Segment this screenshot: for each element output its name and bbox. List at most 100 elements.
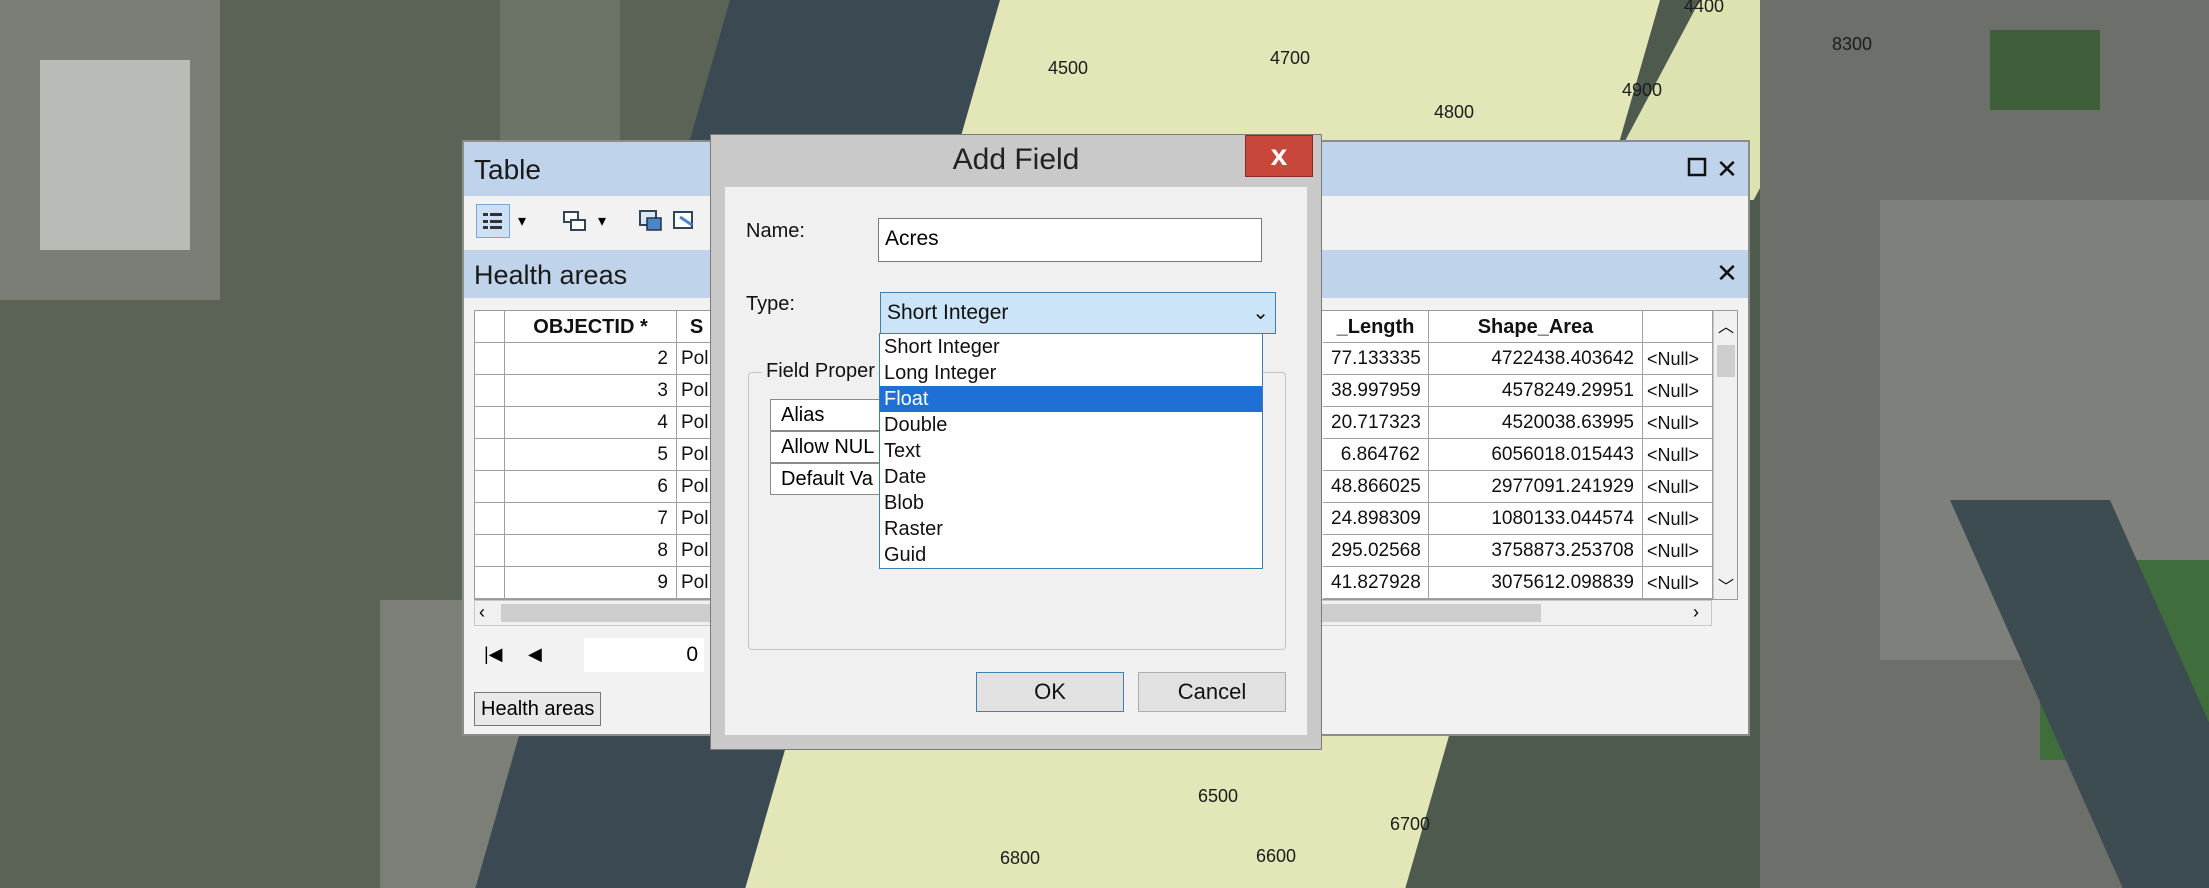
type-option-long-integer[interactable]: Long Integer — [880, 360, 1262, 386]
row-selector[interactable] — [475, 343, 505, 375]
null-cell[interactable]: <Null> — [1643, 375, 1713, 407]
null-cell[interactable]: <Null> — [1643, 503, 1713, 535]
row-selector-header[interactable] — [475, 311, 505, 343]
cancel-button[interactable]: Cancel — [1138, 672, 1286, 712]
select-by-attributes-icon[interactable] — [634, 204, 668, 238]
shape-length-cell[interactable]: 48.866025 — [1323, 471, 1429, 503]
type-select[interactable]: Short Integer ⌄ — [880, 292, 1276, 334]
shape-area-cell[interactable]: 4520038.63995 — [1429, 407, 1643, 439]
property-alias[interactable]: Alias — [770, 399, 882, 431]
objectid-cell[interactable]: 3 — [505, 375, 677, 407]
column-header-objectid[interactable]: OBJECTID * — [505, 311, 677, 343]
shape-area-cell[interactable]: 4722438.403642 — [1429, 343, 1643, 375]
null-cell[interactable]: <Null> — [1643, 343, 1713, 375]
health-area-label: 4500 — [1048, 58, 1089, 78]
property-allow-nulls[interactable]: Allow NUL — [770, 431, 882, 463]
field-properties-label: Field Proper — [762, 360, 879, 383]
row-selector[interactable] — [475, 471, 505, 503]
column-header-shape-length[interactable]: _Length — [1323, 311, 1429, 343]
shape-area-cell[interactable]: 1080133.044574 — [1429, 503, 1643, 535]
null-cell[interactable]: <Null> — [1643, 535, 1713, 567]
shape-area-cell[interactable]: 6056018.015443 — [1429, 439, 1643, 471]
health-area-label: 4900 — [1622, 80, 1663, 100]
type-option-float[interactable]: Float — [880, 386, 1262, 412]
first-record-icon[interactable]: |◀ — [484, 644, 503, 665]
shape-length-cell[interactable]: 77.133335 — [1323, 343, 1429, 375]
chevron-down-icon[interactable]: ▾ — [512, 204, 532, 238]
table-title: Table — [474, 154, 541, 185]
shape-length-cell[interactable]: 41.827928 — [1323, 567, 1429, 599]
objectid-cell[interactable]: 5 — [505, 439, 677, 471]
record-number: 0 — [686, 643, 698, 666]
chevron-down-icon: ⌄ — [1252, 302, 1269, 324]
row-selector[interactable] — [475, 407, 505, 439]
shape-area-cell[interactable]: 3758873.253708 — [1429, 535, 1643, 567]
null-cell[interactable]: <Null> — [1643, 471, 1713, 503]
health-area-label: 4400 — [1684, 0, 1725, 16]
scroll-up-icon[interactable]: ︿ — [1714, 313, 1737, 337]
objectid-cell[interactable]: 4 — [505, 407, 677, 439]
type-option-double[interactable]: Double — [880, 412, 1262, 438]
shape-length-cell[interactable]: 20.717323 — [1323, 407, 1429, 439]
objectid-cell[interactable]: 9 — [505, 567, 677, 599]
column-header-next[interactable] — [1643, 311, 1713, 343]
health-area-label: 4700 — [1270, 48, 1311, 68]
objectid-cell[interactable]: 2 — [505, 343, 677, 375]
objectid-cell[interactable]: 8 — [505, 535, 677, 567]
type-option-date[interactable]: Date — [880, 464, 1262, 490]
switch-selection-icon[interactable] — [668, 204, 702, 238]
row-selector[interactable] — [475, 535, 505, 567]
name-label: Name: — [746, 220, 805, 242]
type-dropdown-list[interactable]: Short Integer Long Integer Float Double … — [879, 333, 1263, 569]
health-area-label: 6800 — [1000, 848, 1041, 868]
scroll-right-icon[interactable]: › — [1693, 602, 1699, 623]
record-number-field[interactable]: 0 — [584, 638, 704, 672]
scroll-thumb[interactable] — [1717, 345, 1735, 377]
type-label: Type: — [746, 293, 795, 315]
table-tab-title: Health areas — [474, 260, 628, 290]
previous-record-icon[interactable]: ◀ — [528, 644, 542, 665]
tab-label: Health areas — [481, 698, 595, 720]
property-default-value[interactable]: Default Va — [770, 463, 882, 495]
null-cell[interactable]: <Null> — [1643, 439, 1713, 471]
related-tables-icon[interactable] — [558, 204, 592, 238]
health-area-label: 6500 — [1198, 786, 1239, 806]
row-selector[interactable] — [475, 439, 505, 471]
column-header-shape-area[interactable]: Shape_Area — [1429, 311, 1643, 343]
close-icon[interactable]: ✕ — [1712, 154, 1742, 184]
vertical-scrollbar[interactable]: ︿ ﹀ — [1713, 311, 1737, 599]
close-icon[interactable]: x — [1245, 135, 1313, 177]
ok-button[interactable]: OK — [976, 672, 1124, 712]
name-value: Acres — [885, 227, 939, 250]
shape-length-cell[interactable]: 295.02568 — [1323, 535, 1429, 567]
type-option-short-integer[interactable]: Short Integer — [880, 334, 1262, 360]
row-selector[interactable] — [475, 503, 505, 535]
objectid-cell[interactable]: 7 — [505, 503, 677, 535]
objectid-cell[interactable]: 6 — [505, 471, 677, 503]
type-option-guid[interactable]: Guid — [880, 542, 1262, 568]
null-cell[interactable]: <Null> — [1643, 567, 1713, 599]
type-option-blob[interactable]: Blob — [880, 490, 1262, 516]
shape-length-cell[interactable]: 38.997959 — [1323, 375, 1429, 407]
scroll-left-icon[interactable]: ‹ — [479, 602, 485, 623]
maximize-icon[interactable] — [1682, 154, 1712, 184]
name-field[interactable]: Acres — [878, 218, 1262, 262]
scroll-down-icon[interactable]: ﹀ — [1714, 573, 1737, 597]
type-selected-value: Short Integer — [887, 301, 1009, 324]
chevron-down-icon[interactable]: ▾ — [592, 204, 612, 238]
type-option-text[interactable]: Text — [880, 438, 1262, 464]
row-selector[interactable] — [475, 567, 505, 599]
shape-area-cell[interactable]: 3075612.098839 — [1429, 567, 1643, 599]
shape-area-cell[interactable]: 4578249.29951 — [1429, 375, 1643, 407]
tab-health-areas[interactable]: Health areas — [474, 692, 602, 726]
shape-length-cell[interactable]: 6.864762 — [1323, 439, 1429, 471]
shape-area-cell[interactable]: 2977091.241929 — [1429, 471, 1643, 503]
type-option-raster[interactable]: Raster — [880, 516, 1262, 542]
dialog-title: Add Field — [952, 143, 1080, 176]
shape-length-cell[interactable]: 24.898309 — [1323, 503, 1429, 535]
null-cell[interactable]: <Null> — [1643, 407, 1713, 439]
close-icon[interactable]: ✕ — [1712, 258, 1742, 288]
table-options-icon[interactable] — [476, 204, 510, 238]
health-area-label: 6600 — [1256, 846, 1297, 866]
row-selector[interactable] — [475, 375, 505, 407]
